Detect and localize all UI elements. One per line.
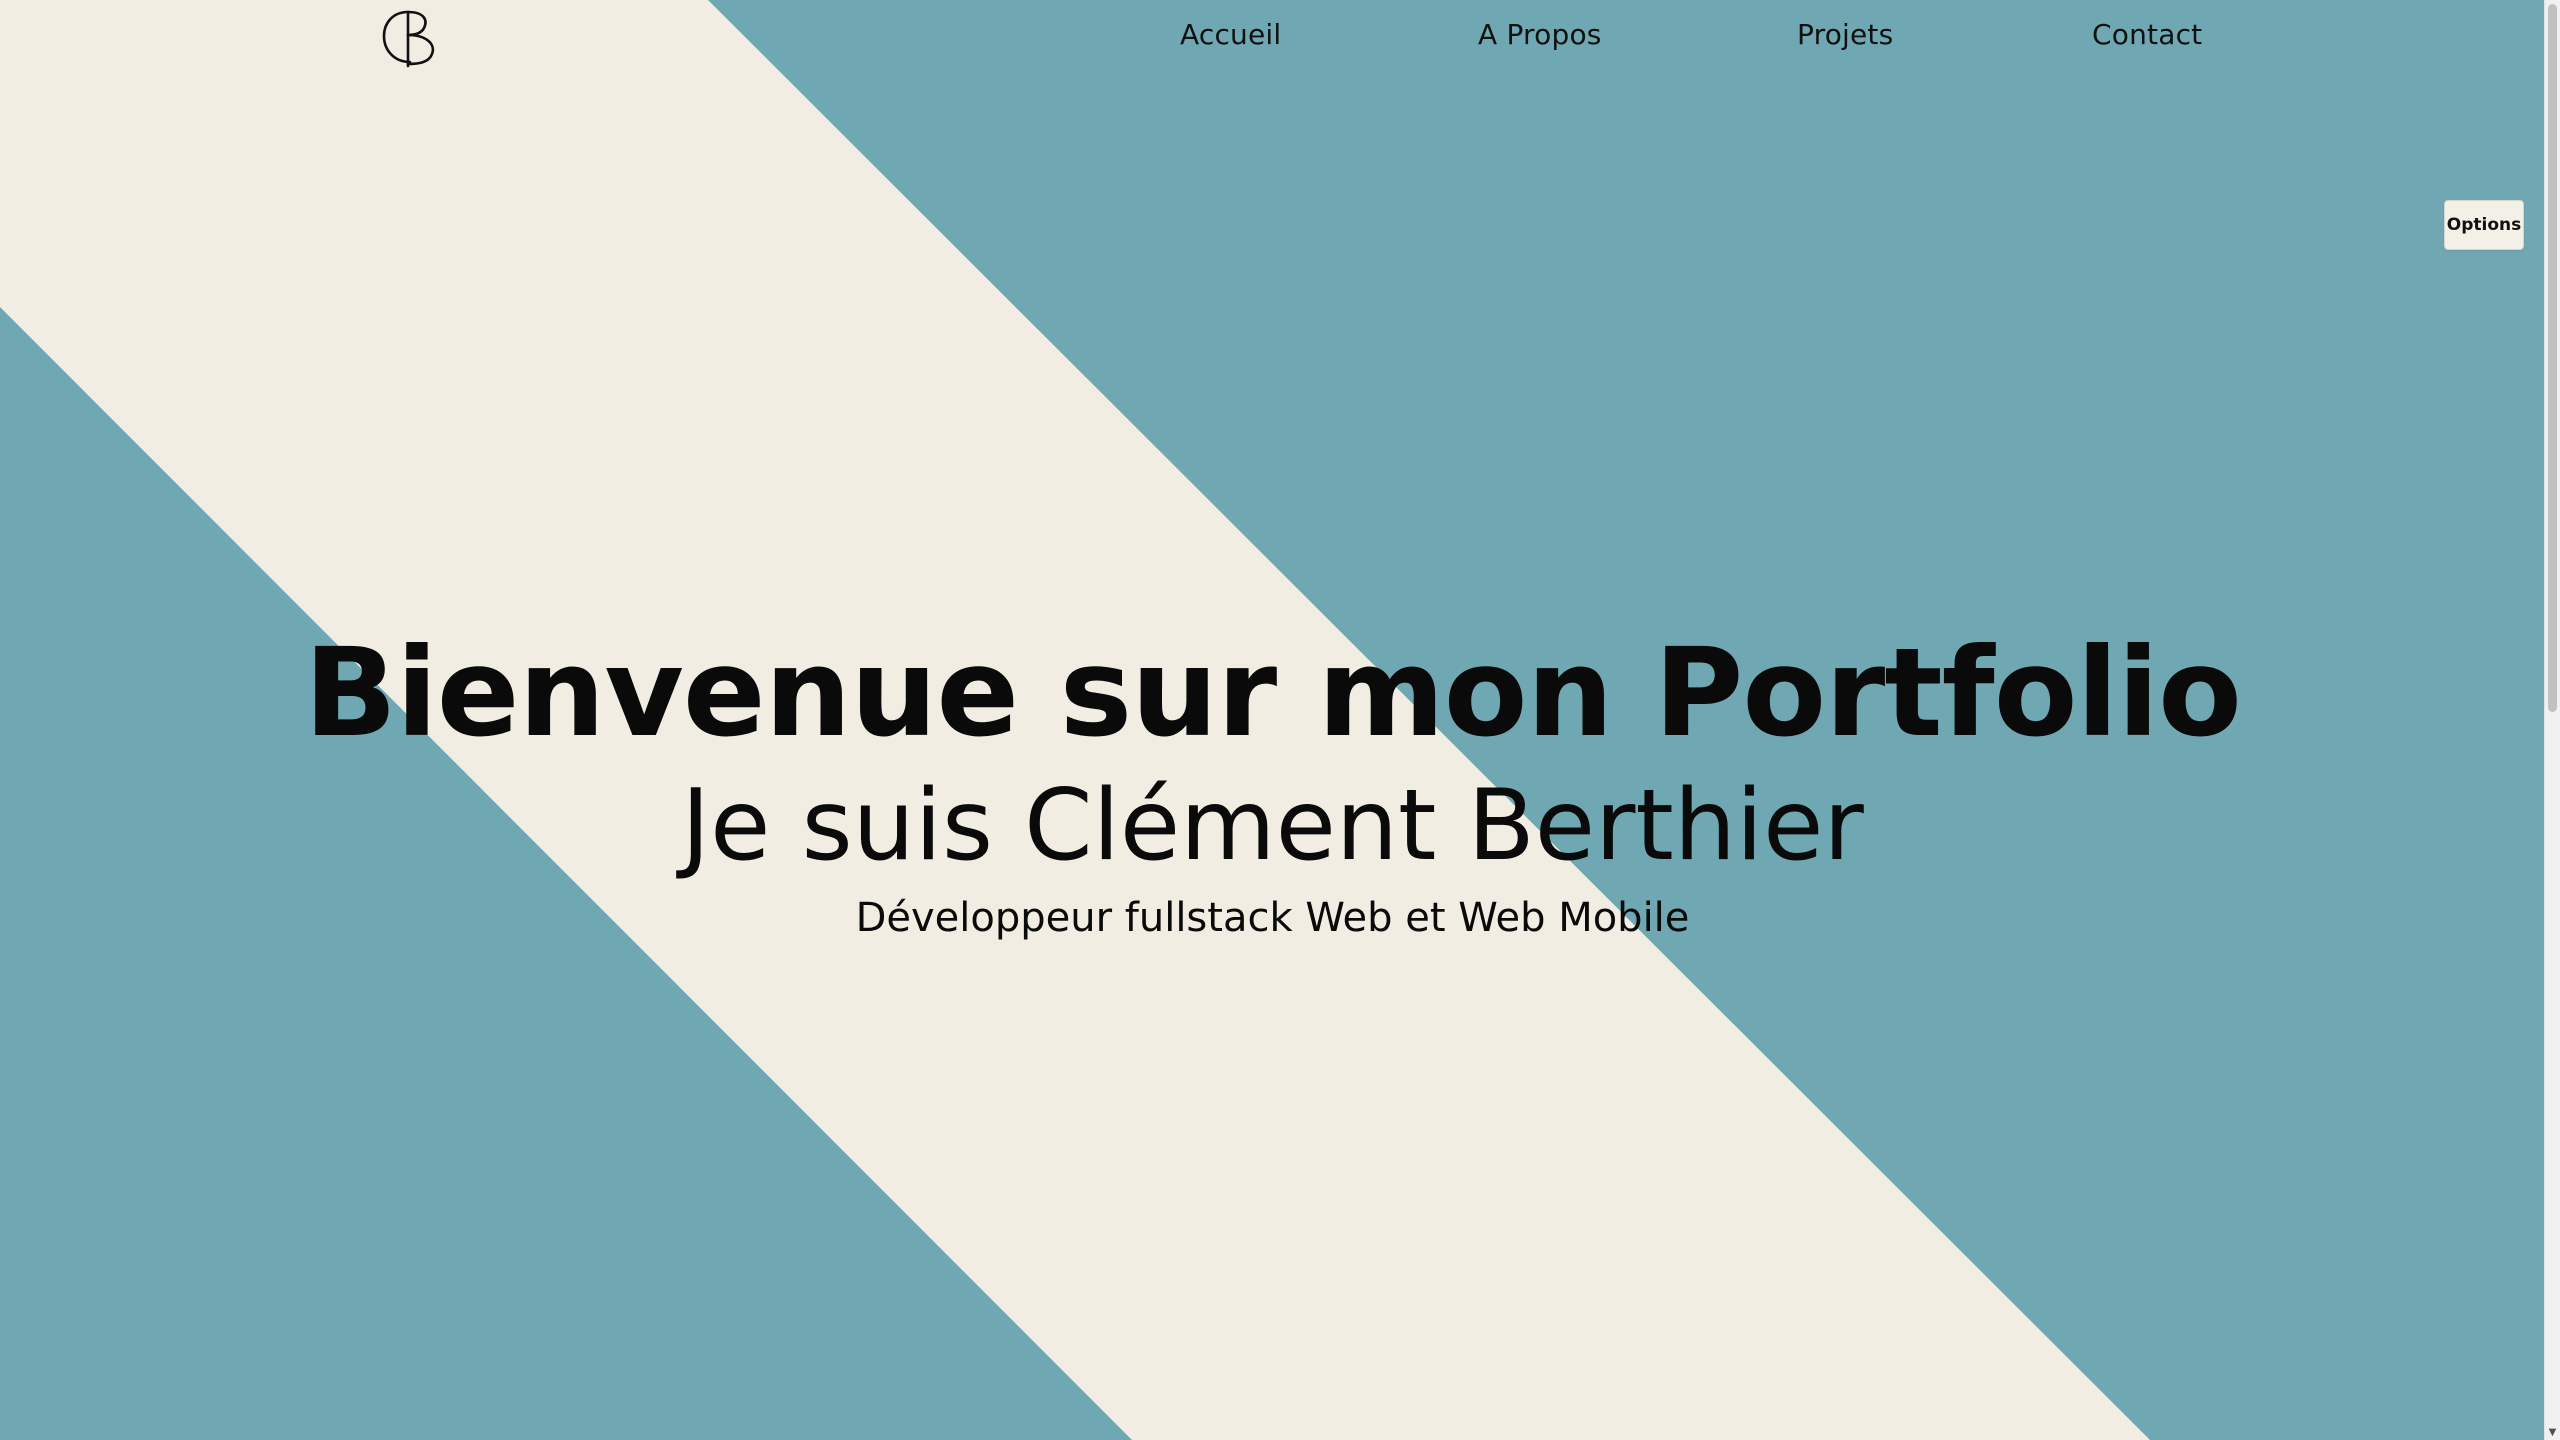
nav-link-contact[interactable]: Contact bbox=[2092, 18, 2202, 51]
chevron-down-icon[interactable]: ▼ bbox=[2548, 1428, 2557, 1438]
nav-link-accueil[interactable]: Accueil bbox=[1180, 18, 1281, 51]
options-button[interactable]: Options bbox=[2444, 200, 2524, 250]
hero-role: Développeur fullstack Web et Web Mobile bbox=[855, 895, 1690, 941]
scrollbar-thumb[interactable] bbox=[2548, 4, 2557, 712]
hero-section: Bienvenue sur mon Portfolio Je suis Clém… bbox=[0, 620, 2545, 946]
hero-title: Bienvenue sur mon Portfolio bbox=[303, 622, 2242, 764]
main-navigation: Accueil A Propos Projets Contact bbox=[0, 0, 2545, 72]
nav-link-a-propos[interactable]: A Propos bbox=[1478, 18, 1602, 51]
hero-name: Je suis Clément Berthier bbox=[681, 769, 1864, 883]
nav-link-projets[interactable]: Projets bbox=[1797, 18, 1893, 51]
vertical-scrollbar[interactable]: ▼ bbox=[2544, 0, 2560, 1440]
portfolio-page: Accueil A Propos Projets Contact Options… bbox=[0, 0, 2560, 1440]
